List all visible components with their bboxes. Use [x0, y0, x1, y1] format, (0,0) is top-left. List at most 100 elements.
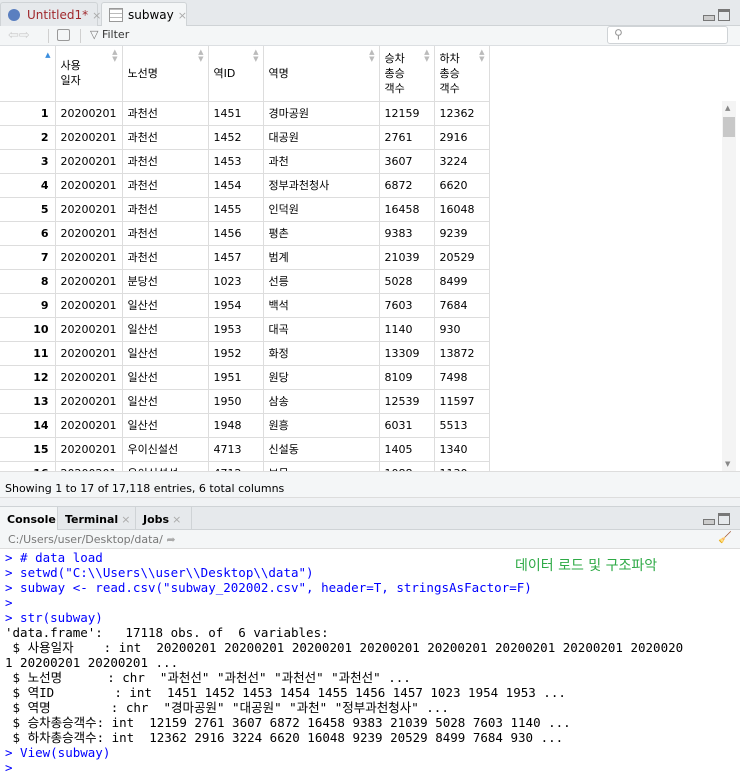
tab-console[interactable]: Console	[0, 507, 58, 530]
close-icon[interactable]: ×	[178, 9, 187, 22]
table-cell: 3607	[379, 149, 435, 174]
table-cell: 1951	[208, 365, 264, 390]
table-cell: 7684	[434, 293, 490, 318]
minimize-icon[interactable]	[703, 519, 715, 525]
table-cell: 과천선	[122, 221, 209, 246]
working-directory[interactable]: C:/Users/user/Desktop/data/ ➦ 🧹	[0, 530, 740, 549]
row-number: 13	[0, 389, 56, 414]
column-header[interactable]: ▲ ▼ 하차 총승 객수	[434, 46, 490, 102]
table-cell: 20200201	[55, 149, 123, 174]
table-cell: 1451	[208, 101, 264, 126]
table-row: 3 20200201 과천선 1453 과천 3607 3224	[0, 149, 490, 174]
table-row: 7 20200201 과천선 1457 범계 21039 20529	[0, 245, 490, 270]
scroll-down-icon[interactable]: ▼	[725, 460, 730, 468]
minimize-icon[interactable]	[703, 15, 715, 21]
table-cell: 1088	[379, 461, 435, 471]
pane-splitter[interactable]	[0, 498, 740, 506]
table-row: 12 20200201 일산선 1951 원당 8109 7498	[0, 365, 490, 390]
sort-icon[interactable]: ▲ ▼	[424, 49, 429, 63]
table-cell: 8499	[434, 269, 490, 294]
table-cell: 16458	[379, 197, 435, 222]
table-cell: 범계	[263, 245, 380, 270]
back-forward-icon[interactable]: ⇦⇨	[8, 28, 30, 43]
maximize-icon[interactable]	[718, 9, 730, 21]
table-cell: 20200201	[55, 269, 123, 294]
close-icon[interactable]: ×	[92, 9, 101, 22]
table-cell: 2916	[434, 125, 490, 150]
table-cell: 신설동	[263, 437, 380, 462]
table-cell: 과천선	[122, 245, 209, 270]
row-number: 6	[0, 221, 56, 246]
table-cell: 4712	[208, 461, 264, 471]
table-cell: 21039	[379, 245, 435, 270]
row-number-header[interactable]: ▲	[0, 46, 56, 102]
table-cell: 선릉	[263, 269, 380, 294]
column-label: 승차 총승 객수	[384, 51, 405, 95]
table-cell: 16048	[434, 197, 490, 222]
console-output-line: 1 20200201 20200201 ...	[5, 655, 179, 670]
search-input[interactable]: ⚲	[607, 26, 728, 44]
sort-icon[interactable]: ▲ ▼	[369, 49, 374, 63]
tab-subway[interactable]: subway ×	[101, 2, 187, 27]
column-header[interactable]: ▲ ▼ 역ID	[208, 46, 264, 102]
table-row: 1620200201우이신설선4712보문10881130	[0, 461, 490, 471]
close-icon[interactable]: ×	[172, 513, 181, 526]
table-cell: 1453	[208, 149, 264, 174]
column-header[interactable]: ▲ ▼ 역명	[263, 46, 380, 102]
goto-dir-icon[interactable]: ➦	[166, 533, 175, 546]
table-cell: 1953	[208, 317, 264, 342]
sort-icon[interactable]: ▲ ▼	[253, 49, 258, 63]
filter-label: Filter	[101, 28, 130, 41]
table-cell: 5513	[434, 413, 490, 438]
table-cell: 20200201	[55, 317, 123, 342]
status-text: Showing 1 to 17 of 17,118 entries, 6 tot…	[0, 471, 740, 498]
table-cell: 20200201	[55, 341, 123, 366]
filter-button[interactable]: ▽ Filter	[90, 28, 129, 41]
tab-terminal[interactable]: Terminal ×	[58, 507, 136, 530]
table-cell: 3224	[434, 149, 490, 174]
scroll-thumb[interactable]	[723, 117, 735, 137]
column-header[interactable]: ▲ ▼ 사용 일자	[55, 46, 123, 102]
table-cell: 1457	[208, 245, 264, 270]
table-cell: 원당	[263, 365, 380, 390]
table-row: 10 20200201 일산선 1953 대곡 1140 930	[0, 317, 490, 342]
table-cell: 보문	[263, 461, 380, 471]
tab-label: Untitled1*	[27, 8, 89, 22]
sort-icon[interactable]: ▲ ▼	[112, 49, 117, 63]
row-number: 11	[0, 341, 56, 366]
table-cell: 12362	[434, 101, 490, 126]
vertical-scrollbar[interactable]: ▲ ▼	[722, 101, 736, 471]
column-header[interactable]: ▲ ▼ 노선명	[122, 46, 209, 102]
column-header[interactable]: ▲ ▼ 승차 총승 객수	[379, 46, 435, 102]
table-cell: 930	[434, 317, 490, 342]
tab-label: Jobs	[143, 513, 170, 526]
tab-jobs[interactable]: Jobs ×	[136, 507, 192, 530]
scroll-up-icon[interactable]: ▲	[725, 104, 730, 112]
sort-icon[interactable]: ▲ ▼	[479, 49, 484, 63]
table-cell: 과천선	[122, 173, 209, 198]
editor-tab-bar: Untitled1* × subway ×	[0, 0, 740, 27]
maximize-icon[interactable]	[718, 513, 730, 525]
table-cell: 과천선	[122, 149, 209, 174]
row-number: 8	[0, 269, 56, 294]
row-number: 10	[0, 317, 56, 342]
table-cell: 20200201	[55, 389, 123, 414]
table-cell: 9383	[379, 221, 435, 246]
popout-icon[interactable]	[57, 29, 70, 41]
tab-untitled1[interactable]: Untitled1* ×	[0, 2, 101, 26]
table-cell: 20200201	[55, 245, 123, 270]
console-output[interactable]: > # data load > setwd("C:\\Users\\user\\D…	[0, 549, 740, 779]
sort-icon[interactable]: ▲ ▼	[198, 49, 203, 63]
table-row: 15 20200201 우이신설선 4713 신설동 1405 1340	[0, 437, 490, 462]
row-number: 5	[0, 197, 56, 222]
clear-console-icon[interactable]: 🧹	[718, 531, 732, 544]
tab-label: Terminal	[65, 513, 119, 526]
table-cell: 1455	[208, 197, 264, 222]
close-icon[interactable]: ×	[121, 513, 130, 526]
table-row: 5 20200201 과천선 1455 인덕원 16458 16048	[0, 197, 490, 222]
table-cell: 1456	[208, 221, 264, 246]
console-input-line: > str(subway)	[5, 610, 103, 625]
row-number: 16	[0, 461, 56, 471]
row-number: 7	[0, 245, 56, 270]
row-number: 1	[0, 101, 56, 126]
